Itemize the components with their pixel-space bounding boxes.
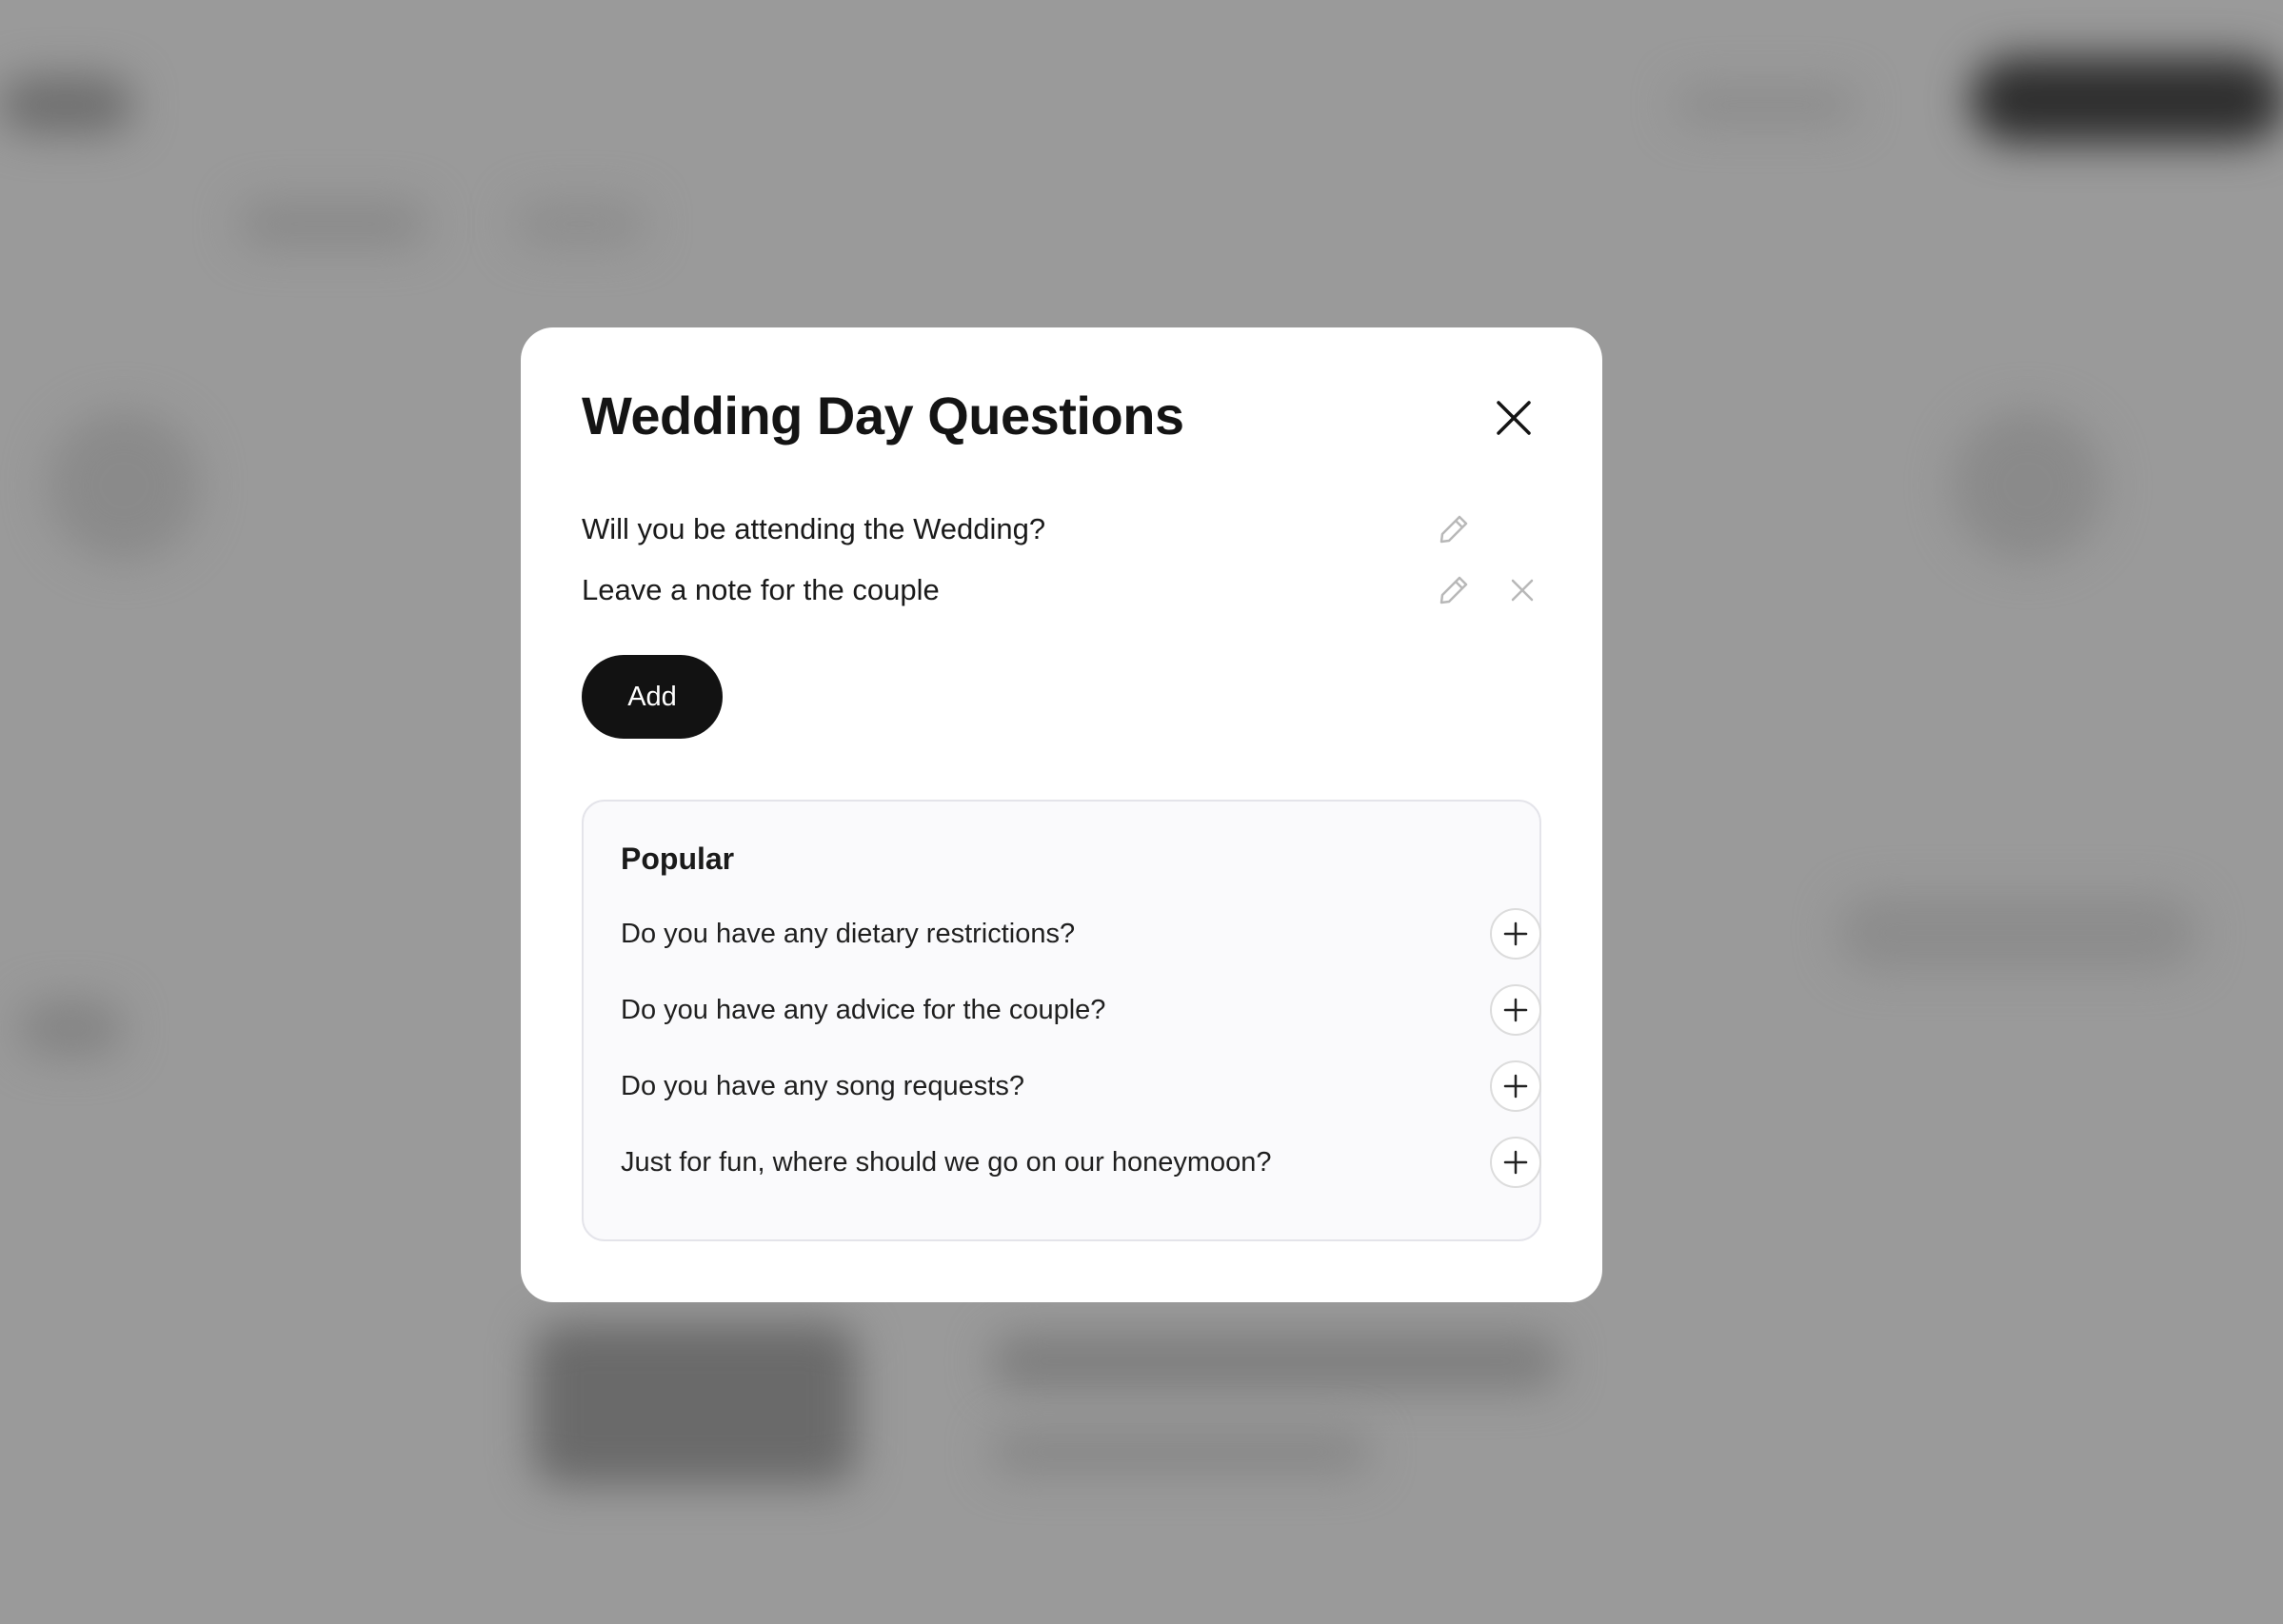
- add-popular-question-button[interactable]: [1490, 1137, 1541, 1188]
- popular-question-item: Just for fun, where should we go on our …: [621, 1135, 1541, 1190]
- add-popular-question-button[interactable]: [1490, 908, 1541, 960]
- popular-question-text: Do you have any song requests?: [621, 1070, 1024, 1101]
- background-block: [990, 1428, 1371, 1475]
- background-avatar: [1952, 409, 2104, 562]
- popular-questions-panel: Popular Do you have any dietary restrict…: [582, 800, 1541, 1241]
- background-pill: [19, 1000, 124, 1057]
- question-text: Will you be attending the Wedding?: [582, 512, 1046, 545]
- add-popular-question-button[interactable]: [1490, 1060, 1541, 1112]
- background-block: [990, 1333, 1561, 1390]
- modal-title: Wedding Day Questions: [582, 386, 1184, 446]
- plus-icon: [1503, 1074, 1528, 1099]
- close-icon: [1511, 579, 1534, 602]
- remove-question-button[interactable]: [1505, 573, 1539, 607]
- background-logo: [0, 76, 133, 133]
- popular-question-item: Do you have any dietary restrictions?: [621, 906, 1541, 961]
- background-card: [1837, 895, 2199, 971]
- popular-question-text: Do you have any advice for the couple?: [621, 994, 1106, 1025]
- close-modal-button[interactable]: [1491, 395, 1537, 441]
- question-text: Leave a note for the couple: [582, 573, 940, 606]
- popular-question-item: Do you have any advice for the couple?: [621, 982, 1541, 1038]
- background-block: [533, 1323, 857, 1485]
- edit-question-button[interactable]: [1437, 573, 1471, 607]
- background-header-button: [1971, 57, 2283, 143]
- add-popular-question-button[interactable]: [1490, 984, 1541, 1036]
- pencil-icon: [1439, 576, 1468, 604]
- question-row: Will you be attending the Wedding?: [582, 506, 1541, 552]
- background-avatar: [48, 409, 200, 562]
- add-question-button[interactable]: Add: [582, 655, 723, 739]
- wedding-questions-modal: Wedding Day Questions Will you be attend…: [521, 327, 1602, 1302]
- question-row: Leave a note for the couple: [582, 567, 1541, 613]
- plus-icon: [1503, 998, 1528, 1022]
- popular-title: Popular: [621, 842, 735, 876]
- plus-icon: [1503, 921, 1528, 946]
- background-tab: [514, 200, 647, 248]
- background-tab: [238, 200, 428, 248]
- background-header-link: [1676, 86, 1856, 124]
- pencil-icon: [1439, 515, 1468, 544]
- plus-icon: [1503, 1150, 1528, 1175]
- popular-question-item: Do you have any song requests?: [621, 1059, 1541, 1114]
- edit-question-button[interactable]: [1437, 512, 1471, 546]
- popular-question-text: Just for fun, where should we go on our …: [621, 1146, 1272, 1178]
- close-icon: [1497, 401, 1531, 435]
- popular-question-text: Do you have any dietary restrictions?: [621, 918, 1076, 949]
